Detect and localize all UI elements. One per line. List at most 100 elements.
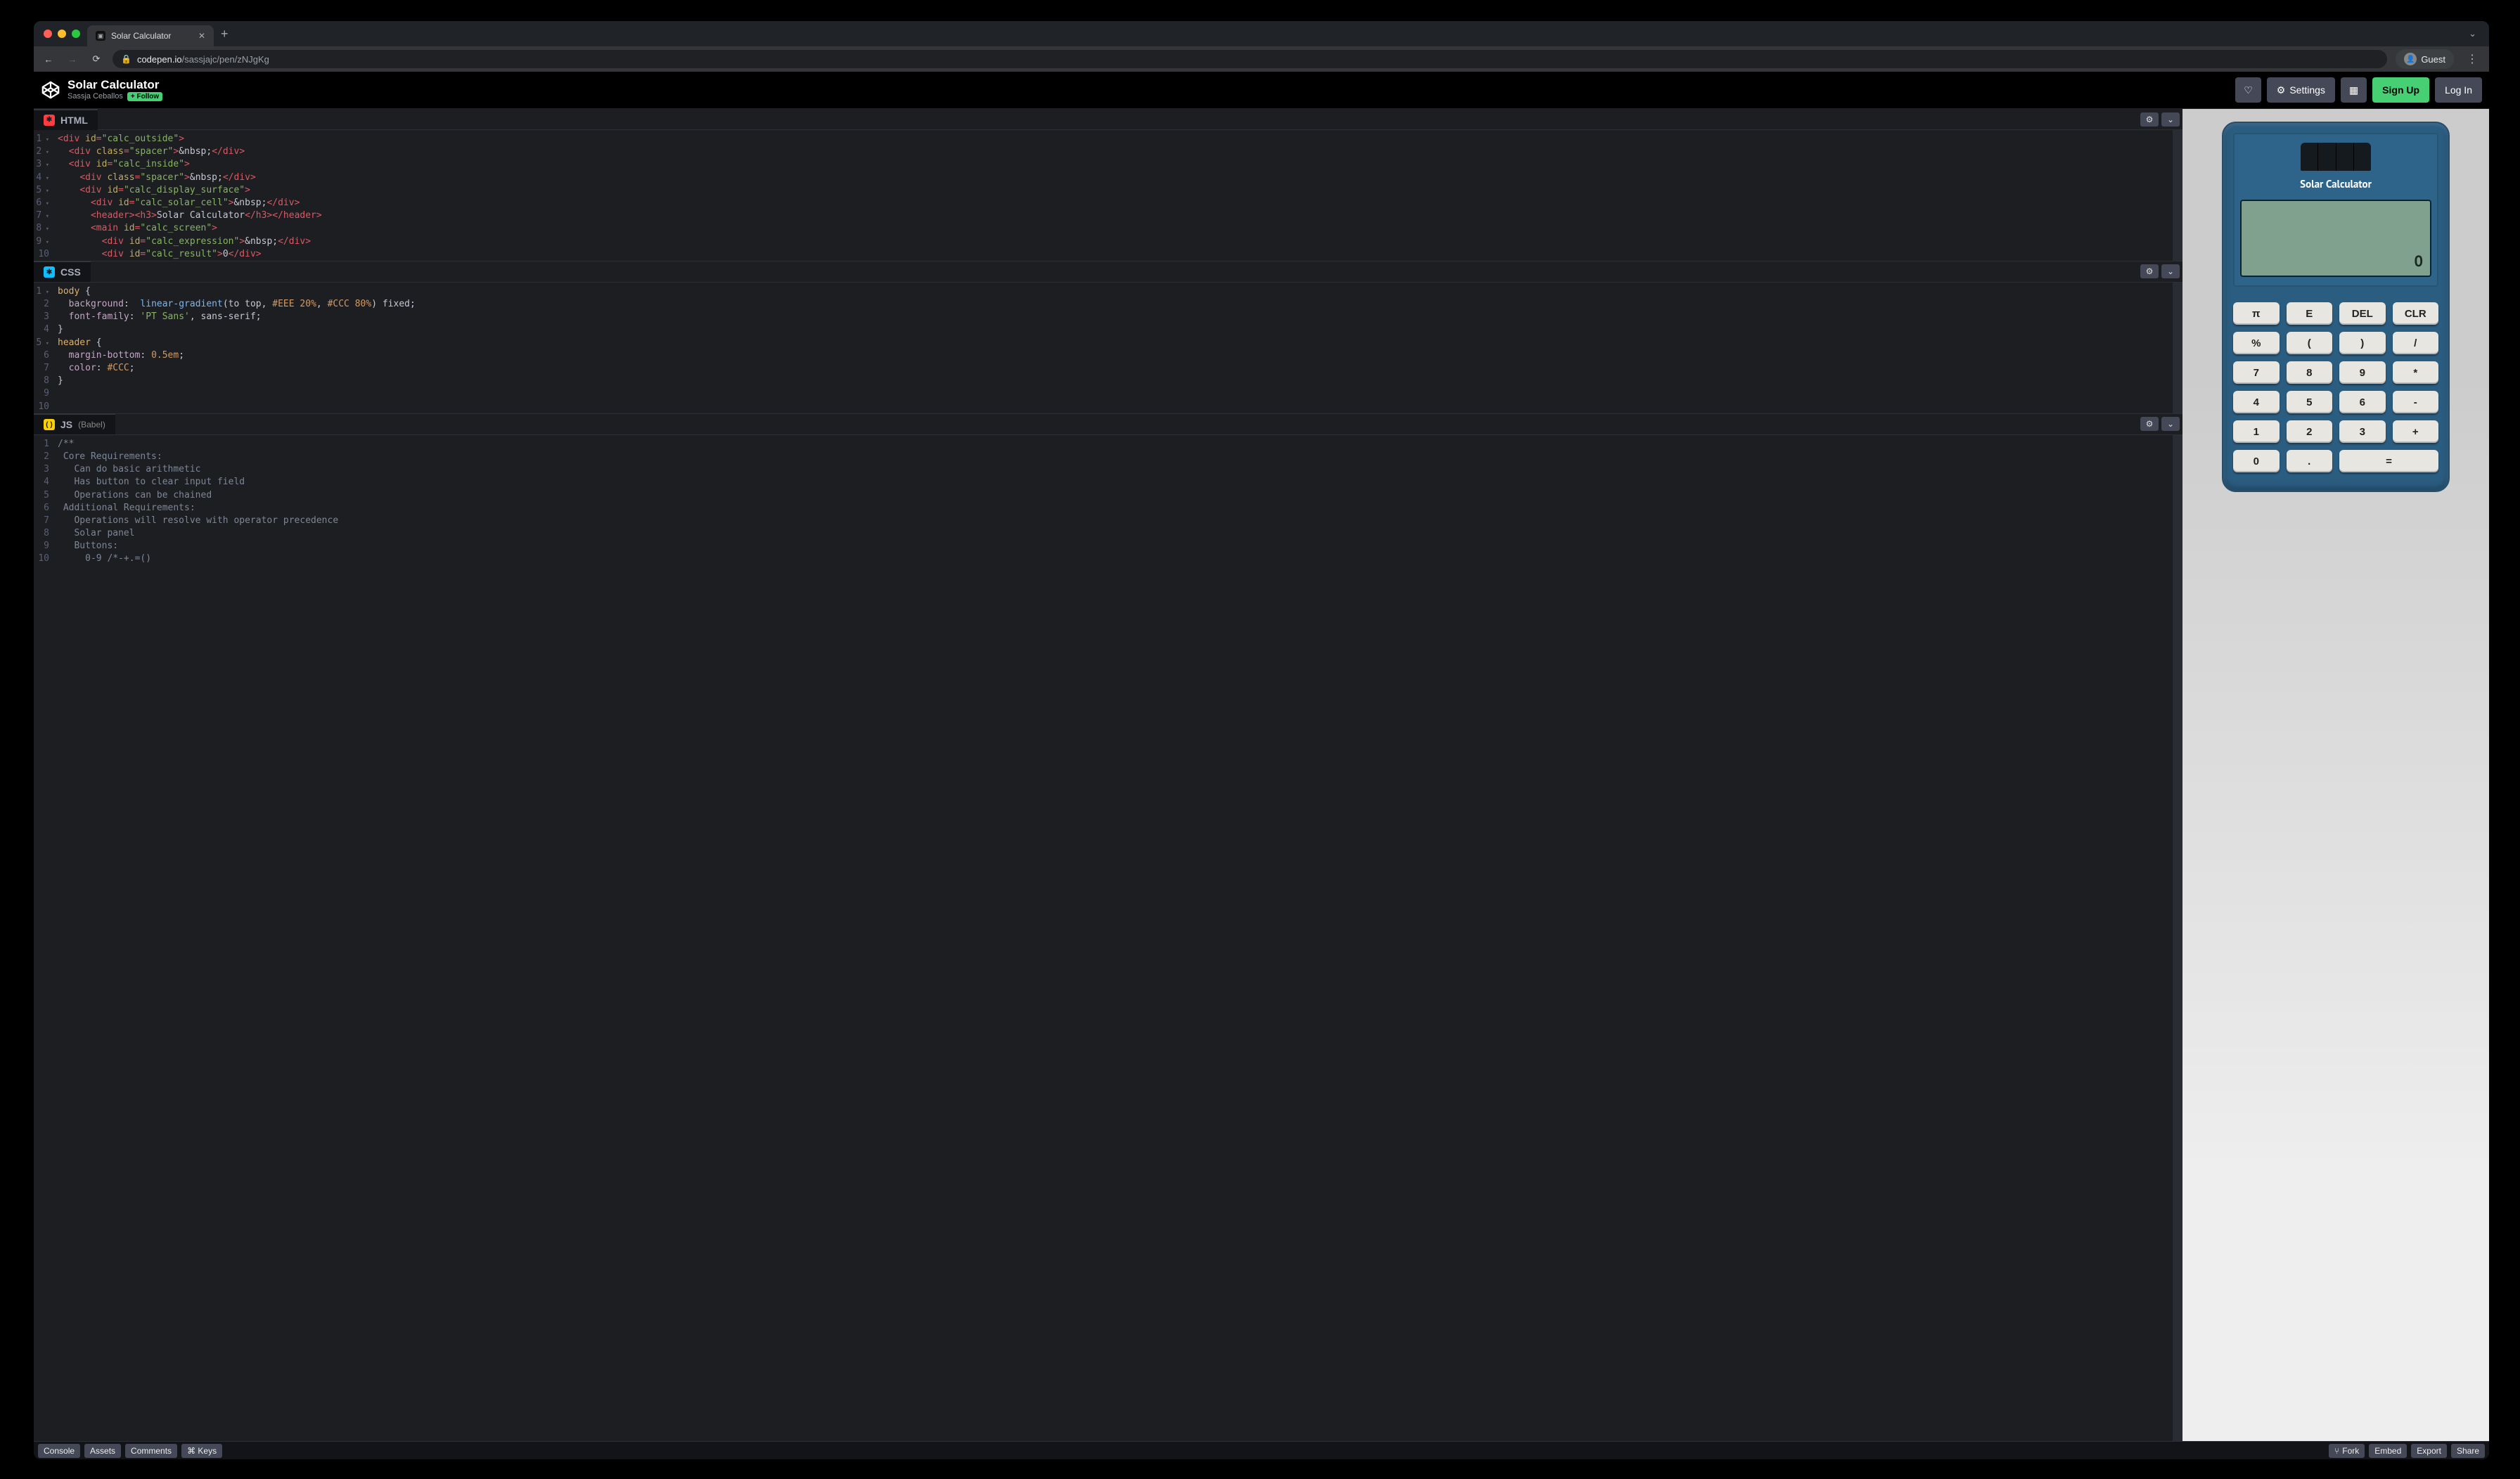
fork-label: Fork: [2342, 1446, 2359, 1456]
html-scrollbar[interactable]: [2173, 130, 2182, 261]
calc-key-3[interactable]: 3: [2339, 420, 2386, 443]
fork-button[interactable]: ⑂Fork: [2329, 1444, 2365, 1458]
calc-key-%[interactable]: %: [2233, 332, 2280, 354]
html-source[interactable]: <div id="calc_outside"> <div class="spac…: [53, 130, 2173, 261]
pen-author[interactable]: Sassja Ceballos: [68, 92, 123, 101]
js-scrollbar[interactable]: [2173, 435, 2182, 1441]
embed-button[interactable]: Embed: [2369, 1444, 2407, 1458]
forward-button[interactable]: →: [65, 54, 80, 65]
calc-key--[interactable]: -: [2393, 391, 2439, 413]
html-gutter: 12345678910: [34, 130, 53, 261]
calc-key-4[interactable]: 4: [2233, 391, 2280, 413]
assets-button[interactable]: Assets: [84, 1444, 121, 1458]
love-button[interactable]: ♡: [2235, 77, 2261, 103]
js-badge-icon: ( ): [44, 419, 55, 430]
calc-key-0[interactable]: 0: [2233, 450, 2280, 472]
calc-key-9[interactable]: 9: [2339, 361, 2386, 384]
css-tab-label: CSS: [60, 266, 81, 278]
css-tab[interactable]: ✱ CSS: [34, 261, 91, 282]
tab-strip: ▣ Solar Calculator ✕ + ⌄: [34, 21, 2489, 46]
url-input[interactable]: 🔒 codepen.io/sassjajc/pen/zNJgKg: [112, 50, 2387, 68]
calc-key-+[interactable]: +: [2393, 420, 2439, 443]
calc-key-2[interactable]: 2: [2287, 420, 2333, 443]
js-settings-button[interactable]: ⚙: [2140, 417, 2159, 431]
settings-button[interactable]: ⚙Settings: [2267, 77, 2335, 103]
css-panel-head: ✱ CSS ⚙ ⌄: [34, 261, 2182, 283]
main-area: ✱ HTML ⚙ ⌄ 12345678910 <div id="calc_out…: [34, 109, 2489, 1441]
minimize-window-button[interactable]: [58, 30, 66, 38]
calc-key-DEL[interactable]: DEL: [2339, 302, 2386, 325]
css-editor[interactable]: 12345678910 body { background: linear-gr…: [34, 283, 2182, 413]
login-button[interactable]: Log In: [2435, 77, 2482, 103]
address-bar: ← → ⟳ 🔒 codepen.io/sassjajc/pen/zNJgKg 👤…: [34, 46, 2489, 72]
profile-button[interactable]: 👤 Guest: [2396, 49, 2454, 69]
calc-key-6[interactable]: 6: [2339, 391, 2386, 413]
back-button[interactable]: ←: [41, 54, 56, 65]
tabs-dropdown-button[interactable]: ⌄: [2462, 28, 2483, 39]
gear-icon: ⚙: [2277, 84, 2286, 96]
calc-key-8[interactable]: 8: [2287, 361, 2333, 384]
maximize-window-button[interactable]: [72, 30, 80, 38]
calc-key-=[interactable]: =: [2339, 450, 2438, 472]
calc-key-.[interactable]: .: [2287, 450, 2333, 472]
avatar-icon: 👤: [2404, 53, 2417, 65]
reload-button[interactable]: ⟳: [89, 53, 104, 65]
js-panel-head: ( ) JS (Babel) ⚙ ⌄: [34, 414, 2182, 435]
js-source[interactable]: /** Core Requirements: Can do basic arit…: [53, 435, 2173, 1441]
layout-button[interactable]: ▦: [2341, 77, 2367, 103]
css-panel: ✱ CSS ⚙ ⌄ 12345678910 body { background:…: [34, 261, 2182, 414]
pen-title-block: Solar Calculator Sassja Ceballos + Follo…: [68, 79, 162, 101]
header-actions: ♡ ⚙Settings ▦ Sign Up Log In: [2235, 77, 2482, 103]
calc-key-/[interactable]: /: [2393, 332, 2439, 354]
profile-label: Guest: [2421, 54, 2445, 65]
html-editor[interactable]: 12345678910 <div id="calc_outside"> <div…: [34, 130, 2182, 261]
calc-key-5[interactable]: 5: [2287, 391, 2333, 413]
settings-label: Settings: [2289, 84, 2325, 96]
close-tab-button[interactable]: ✕: [198, 31, 205, 41]
close-window-button[interactable]: [44, 30, 52, 38]
keys-button[interactable]: ⌘ Keys: [181, 1444, 222, 1458]
browser-tab[interactable]: ▣ Solar Calculator ✕: [87, 25, 214, 46]
calc-key-7[interactable]: 7: [2233, 361, 2280, 384]
favicon-icon: ▣: [96, 31, 105, 41]
calc-key-1[interactable]: 1: [2233, 420, 2280, 443]
calc-key-([interactable]: (: [2287, 332, 2333, 354]
html-tab[interactable]: ✱ HTML: [34, 109, 98, 130]
export-button[interactable]: Export: [2411, 1444, 2447, 1458]
js-collapse-button[interactable]: ⌄: [2161, 417, 2180, 431]
follow-button[interactable]: + Follow: [127, 92, 162, 101]
calc-key-)[interactable]: ): [2339, 332, 2386, 354]
calculator-display-surface: Solar Calculator 0: [2233, 133, 2438, 287]
calc-key-π[interactable]: π: [2233, 302, 2280, 325]
css-gutter: 12345678910: [34, 283, 53, 413]
console-button[interactable]: Console: [38, 1444, 80, 1458]
browser-menu-button[interactable]: ⋮: [2462, 52, 2482, 66]
preview-pane: Solar Calculator 0 πE DEL CLR% () / 789 * 456- 1…: [2182, 109, 2489, 1441]
html-panel: ✱ HTML ⚙ ⌄ 12345678910 <div id="calc_out…: [34, 109, 2182, 261]
calculator-title: Solar Calculator: [2240, 178, 2431, 191]
window-controls: [39, 30, 87, 38]
calc-key-CLR[interactable]: CLR: [2393, 302, 2439, 325]
js-tab[interactable]: ( ) JS (Babel): [34, 413, 115, 434]
new-tab-button[interactable]: +: [214, 27, 236, 41]
layout-icon: ▦: [2349, 84, 2358, 96]
calc-key-*[interactable]: *: [2393, 361, 2439, 384]
css-collapse-button[interactable]: ⌄: [2161, 264, 2180, 278]
js-tab-sublabel: (Babel): [78, 420, 105, 430]
js-editor[interactable]: 12345678910 /** Core Requirements: Can d…: [34, 435, 2182, 1441]
calculator-screen: 0: [2240, 200, 2431, 277]
pen-title: Solar Calculator: [68, 79, 162, 92]
signup-button[interactable]: Sign Up: [2372, 77, 2429, 103]
html-settings-button[interactable]: ⚙: [2140, 112, 2159, 127]
html-collapse-button[interactable]: ⌄: [2161, 112, 2180, 127]
html-panel-head: ✱ HTML ⚙ ⌄: [34, 109, 2182, 130]
codepen-logo-icon: [41, 80, 60, 100]
css-badge-icon: ✱: [44, 266, 55, 278]
calc-key-E[interactable]: E: [2287, 302, 2333, 325]
comments-button[interactable]: Comments: [125, 1444, 177, 1458]
css-source[interactable]: body { background: linear-gradient(to to…: [53, 283, 2173, 413]
heart-icon: ♡: [2244, 84, 2253, 96]
share-button[interactable]: Share: [2451, 1444, 2485, 1458]
css-settings-button[interactable]: ⚙: [2140, 264, 2159, 278]
css-scrollbar[interactable]: [2173, 283, 2182, 413]
